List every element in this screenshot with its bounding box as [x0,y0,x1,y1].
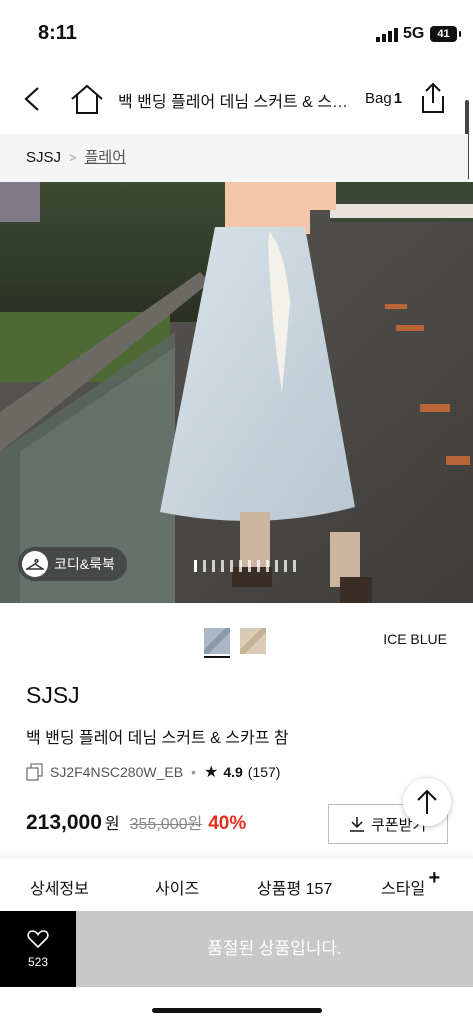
product-photo [0,182,473,603]
page-dot[interactable] [212,560,215,572]
page-dot[interactable] [194,560,197,572]
page-dot[interactable] [275,560,278,572]
original-price: 355,000원 [129,816,203,833]
tab-style-label: 스타일 [381,881,426,898]
heart-icon [27,930,49,949]
product-name: 백 밴딩 플레어 데님 스커트 & 스카프 참 [26,730,289,747]
bag-count: 1 [393,90,403,107]
sale-price: 213,000 [26,811,102,834]
home-icon[interactable] [70,83,104,115]
status-bar: 8:11 5G 41 [0,0,473,66]
page-dot[interactable] [239,560,242,572]
separator-dot: • [191,764,196,780]
page-dot[interactable] [248,560,251,572]
breadcrumb-category[interactable]: 플레어 [85,149,126,166]
share-icon[interactable] [417,81,449,115]
swatch-ice-blue[interactable] [201,625,233,658]
coordi-label: 코디&룩북 [54,556,115,572]
home-indicator [152,1008,322,1013]
image-pagination [194,560,296,572]
page-dot[interactable] [230,560,233,572]
network-type: 5G [403,25,425,42]
price-row: 213,000 원 355,000원 40% [26,810,246,835]
review-count[interactable]: (157) [248,764,281,780]
like-count: 523 [27,955,49,969]
product-code: SJ2F4NSC280W_EB [50,764,184,780]
battery-icon: 41 [430,26,461,42]
like-button[interactable]: 523 [0,911,76,987]
product-brand[interactable]: SJSJ [26,682,80,709]
rating-value: 4.9 [223,764,243,780]
bottom-action-bar: 523 품절된 상품입니다. [0,911,473,987]
page-dot[interactable] [293,560,296,572]
product-meta: SJ2F4NSC280W_EB • ★ 4.9 (157) [26,762,280,782]
signal-icon [376,28,398,42]
tab-reviews[interactable]: 상품평 157 [257,875,332,899]
bag-label: Bag [365,90,392,107]
tab-detail[interactable]: 상세정보 [30,875,89,899]
page-dot[interactable] [203,560,206,572]
page-title: 백 밴딩 플레어 데님 스커트 & 스카프 참 [118,94,356,111]
scroll-top-button[interactable] [403,778,451,826]
coordi-lookbook-button[interactable]: 코디&룩북 [18,547,127,581]
copy-icon[interactable] [26,763,44,781]
soldout-button: 품절된 상품입니다. [76,911,473,987]
discount-rate: 40% [208,813,247,834]
plus-icon: + [428,867,441,889]
tab-size[interactable]: 사이즈 [155,875,199,899]
detail-tabs: 상세정보 사이즈 상품평 157 스타일 + [0,857,473,911]
tab-style[interactable]: 스타일 + [381,867,440,899]
back-icon[interactable] [18,84,48,114]
product-image[interactable]: 코디&룩북 [0,182,473,603]
hanger-icon [22,551,48,577]
arrow-up-icon [417,789,437,814]
star-icon: ★ [203,764,219,781]
download-icon [350,817,364,832]
color-swatches [201,625,269,658]
status-time: 8:11 [38,22,77,44]
breadcrumb: SJSJ > 플레어 [0,134,468,182]
top-nav: 백 밴딩 플레어 데님 스커트 & 스카프 참 Bag 1 [0,66,473,134]
chevron-right-icon: > [69,150,77,165]
page-dot[interactable] [284,560,287,572]
page-dot[interactable] [257,560,260,572]
breadcrumb-brand[interactable]: SJSJ [26,149,61,166]
page-dot[interactable] [221,560,224,572]
page-dot[interactable] [266,560,269,572]
bag-button[interactable]: Bag 1 [365,90,402,107]
swatch-beige[interactable] [237,625,269,657]
selected-color-name: ICE BLUE [383,631,447,647]
currency-unit: 원 [104,816,120,833]
